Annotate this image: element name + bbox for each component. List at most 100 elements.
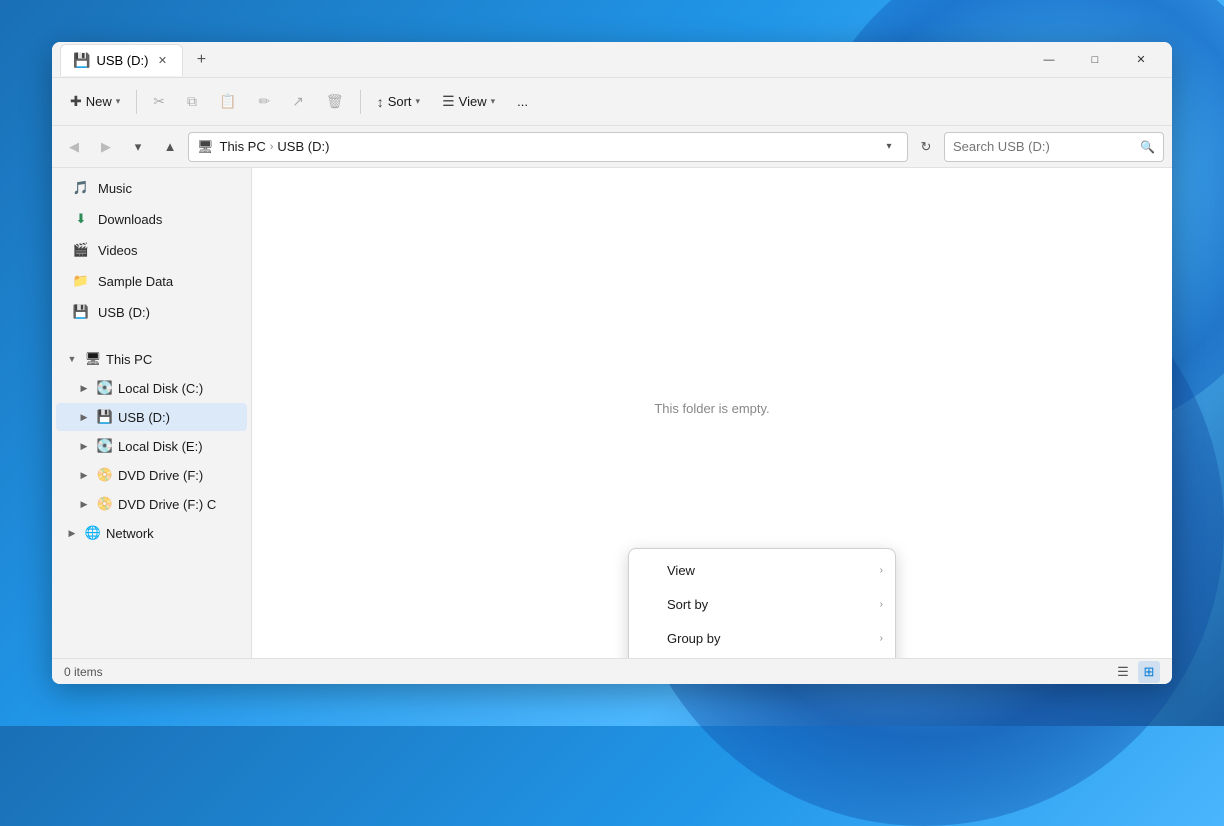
- rename-icon: ✏: [258, 93, 270, 110]
- window-controls: — □ ✕: [1026, 42, 1164, 78]
- expand-c-icon: ▶: [76, 380, 92, 396]
- tree-dvd-f2[interactable]: ▶ 📀 DVD Drive (F:) C: [56, 490, 247, 518]
- maximize-button[interactable]: □: [1072, 42, 1118, 78]
- path-drive: USB (D:): [277, 139, 329, 154]
- sidebar-label-videos: Videos: [98, 243, 138, 258]
- sample-data-icon: 📁: [72, 272, 90, 290]
- minimize-button[interactable]: —: [1026, 42, 1072, 78]
- title-bar: 💾 USB (D:) ✕ + — □ ✕: [52, 42, 1172, 78]
- usb-d-icon: 💾: [96, 408, 114, 426]
- grid-view-button[interactable]: ⊞: [1138, 661, 1160, 683]
- expand-f-icon: ▶: [76, 467, 92, 483]
- expand-d-icon: ▶: [76, 409, 92, 425]
- sort-label: Sort: [388, 94, 412, 109]
- sidebar-item-usb[interactable]: 💾 USB (D:): [56, 297, 247, 327]
- view-dropdown-icon: ▾: [491, 96, 496, 107]
- expand-network-icon: ▶: [64, 525, 80, 541]
- ctx-group-arrow: ›: [880, 633, 883, 644]
- tab-close-button[interactable]: ✕: [154, 52, 170, 68]
- address-bar[interactable]: 🖥 This PC › USB (D:) ▾: [188, 132, 908, 162]
- share-button[interactable]: ↗: [282, 85, 314, 119]
- new-label: New: [86, 94, 112, 109]
- sort-button[interactable]: ↕ Sort ▾: [367, 85, 430, 119]
- tree-label-local-c: Local Disk (C:): [118, 381, 203, 396]
- dvd-f2-icon: 📀: [96, 495, 114, 513]
- sidebar-item-downloads[interactable]: ⬇ Downloads 📌: [56, 204, 247, 234]
- more-button[interactable]: ...: [507, 85, 538, 119]
- tree-local-e[interactable]: ▶ 💽 Local Disk (E:): [56, 432, 247, 460]
- ctx-group-by[interactable]: Group by ›: [629, 621, 895, 655]
- view-icon: ☰: [442, 93, 455, 110]
- ctx-sort-icon: [641, 595, 659, 613]
- address-dropdown-icon[interactable]: ▾: [879, 137, 899, 157]
- new-button[interactable]: ✚ New ▾: [60, 85, 130, 119]
- sidebar-label-sample-data: Sample Data: [98, 274, 173, 289]
- path-this-pc: This PC: [220, 139, 266, 154]
- ctx-view-arrow: ›: [880, 565, 883, 576]
- delete-icon: 🗑: [326, 93, 344, 110]
- tree-label-dvd-f2: DVD Drive (F:) C: [118, 497, 216, 512]
- tree-label-dvd-f: DVD Drive (F:): [118, 468, 203, 483]
- paste-button[interactable]: 📋: [209, 85, 246, 119]
- ctx-sort-label: Sort by: [667, 597, 708, 612]
- new-tab-button[interactable]: +: [187, 46, 215, 74]
- sidebar-item-music[interactable]: 🎵 Music 📌: [56, 173, 247, 203]
- address-path: This PC › USB (D:): [220, 139, 873, 154]
- back-button[interactable]: ◀: [60, 133, 88, 161]
- sidebar-item-sample-data[interactable]: 📁 Sample Data: [56, 266, 247, 296]
- new-icon: ✚: [70, 93, 82, 110]
- tree-label-local-e: Local Disk (E:): [118, 439, 203, 454]
- paste-icon: 📋: [219, 93, 236, 110]
- tree-usb-d[interactable]: ▶ 💾 USB (D:): [56, 403, 247, 431]
- sort-dropdown-icon: ▾: [416, 96, 421, 107]
- forward-button[interactable]: ▶: [92, 133, 120, 161]
- view-button[interactable]: ☰ View ▾: [432, 85, 505, 119]
- copy-button[interactable]: ⧉: [177, 85, 207, 119]
- file-explorer-window: 💾 USB (D:) ✕ + — □ ✕ ✚ New ▾ ✂ ⧉ 📋: [52, 42, 1172, 684]
- rename-button[interactable]: ✏: [248, 85, 280, 119]
- downloads-icon: ⬇: [72, 210, 90, 228]
- ctx-view-label: View: [667, 563, 695, 578]
- search-box[interactable]: 🔍: [944, 132, 1164, 162]
- network-icon: 🌐: [84, 524, 102, 542]
- tab-area: 💾 USB (D:) ✕ +: [60, 42, 1026, 77]
- ctx-view[interactable]: View ›: [629, 553, 895, 587]
- list-view-button[interactable]: ☰: [1112, 661, 1134, 683]
- tree-label-usb-d: USB (D:): [118, 410, 170, 425]
- context-menu: View › Sort by › Group by › Refresh: [628, 548, 896, 658]
- item-count: 0 items: [64, 665, 103, 679]
- search-input[interactable]: [953, 139, 1134, 154]
- tree-dvd-f[interactable]: ▶ 📀 DVD Drive (F:): [56, 461, 247, 489]
- tree-network[interactable]: ▶ 🌐 Network: [56, 519, 247, 547]
- file-area[interactable]: This folder is empty. View › Sort by › G…: [252, 168, 1172, 658]
- close-button[interactable]: ✕: [1118, 42, 1164, 78]
- dvd-f-icon: 📀: [96, 466, 114, 484]
- delete-button[interactable]: 🗑: [316, 85, 354, 119]
- expand-e-icon: ▶: [76, 438, 92, 454]
- refresh-button[interactable]: ↻: [912, 133, 940, 161]
- music-icon: 🎵: [72, 179, 90, 197]
- recent-button[interactable]: ▾: [124, 133, 152, 161]
- ctx-view-icon: [641, 561, 659, 579]
- tree-label-network: Network: [106, 526, 154, 541]
- copy-icon: ⧉: [187, 93, 197, 110]
- cut-icon: ✂: [153, 93, 165, 110]
- up-button[interactable]: ▲: [156, 133, 184, 161]
- tab-label: USB (D:): [96, 53, 148, 68]
- tree-this-pc[interactable]: ▼ 🖥 This PC: [56, 345, 247, 373]
- sidebar-item-videos[interactable]: 🎬 Videos 📌: [56, 235, 247, 265]
- empty-folder-message: This folder is empty.: [654, 401, 769, 416]
- ctx-sort-by[interactable]: Sort by ›: [629, 587, 895, 621]
- new-dropdown-icon: ▾: [116, 96, 121, 107]
- tree-local-c[interactable]: ▶ 💽 Local Disk (C:): [56, 374, 247, 402]
- this-pc-tree-icon: 🖥: [84, 350, 102, 368]
- active-tab[interactable]: 💾 USB (D:) ✕: [60, 44, 183, 76]
- expand-f2-icon: ▶: [76, 496, 92, 512]
- ctx-sort-arrow: ›: [880, 599, 883, 610]
- sidebar-label-downloads: Downloads: [98, 212, 162, 227]
- search-icon: 🔍: [1140, 140, 1155, 154]
- videos-icon: 🎬: [72, 241, 90, 259]
- cut-button[interactable]: ✂: [143, 85, 175, 119]
- sidebar-label-music: Music: [98, 181, 132, 196]
- ctx-refresh[interactable]: Refresh: [629, 655, 895, 658]
